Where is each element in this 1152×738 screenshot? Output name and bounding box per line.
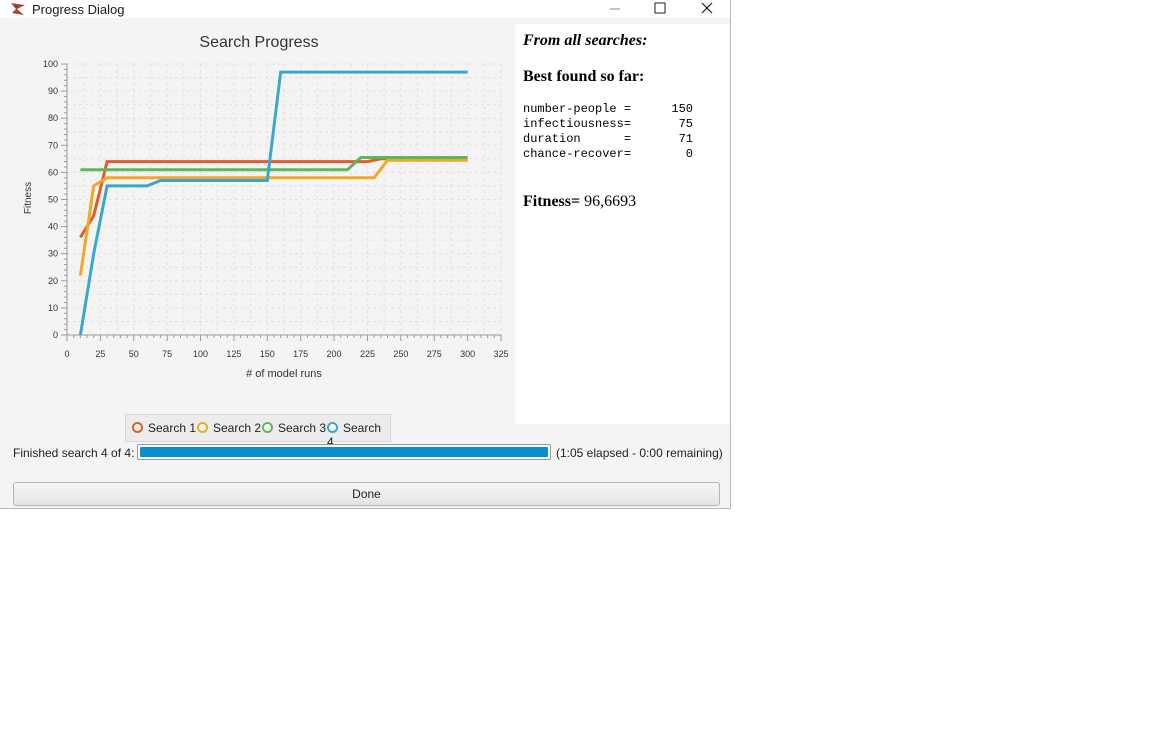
x-axis-label: # of model runs xyxy=(246,368,322,380)
y-tick-label: 20 xyxy=(48,276,58,286)
x-tick-label: 25 xyxy=(95,349,105,359)
results-panel: From all searches: Best found so far: nu… xyxy=(515,24,729,424)
x-tick-label: 325 xyxy=(493,349,508,359)
x-tick-label: 100 xyxy=(193,349,208,359)
param-row: chance-recover= 0 xyxy=(523,147,693,161)
legend-marker-icon xyxy=(132,422,143,433)
best-found-label: Best found so far: xyxy=(523,68,645,85)
y-tick-label: 70 xyxy=(48,140,58,150)
minimize-icon xyxy=(610,8,620,10)
fitness-value: 96,6693 xyxy=(584,193,637,210)
y-tick-label: 30 xyxy=(48,249,58,259)
close-icon xyxy=(701,2,713,14)
title-bar[interactable]: Progress Dialog xyxy=(0,0,730,18)
app-logo-icon xyxy=(11,3,25,15)
status-label: Finished search 4 of 4: xyxy=(13,446,135,460)
x-tick-label: 75 xyxy=(162,349,172,359)
progress-dialog-window: Progress Dialog Search Progress # of mod… xyxy=(0,0,731,509)
close-button[interactable] xyxy=(683,0,729,18)
y-tick-label: 90 xyxy=(48,86,58,96)
progress-bar xyxy=(137,444,551,460)
x-tick-label: 175 xyxy=(293,349,308,359)
legend-item-search-1[interactable]: Search 1 xyxy=(132,421,196,435)
legend-item-search-2[interactable]: Search 2 xyxy=(197,421,261,435)
y-axis-label: Fitness xyxy=(23,182,34,214)
fitness-result: Fitness= 96,6693 xyxy=(523,193,636,211)
legend-marker-icon xyxy=(262,422,273,433)
y-tick-label: 40 xyxy=(48,222,58,232)
y-tick-label: 100 xyxy=(43,59,58,69)
y-tick-label: 0 xyxy=(53,330,58,340)
fitness-label: Fitness= xyxy=(523,193,581,210)
param-row: number-people = 150 xyxy=(523,102,693,116)
legend-item-search-3[interactable]: Search 3 xyxy=(262,421,326,435)
y-tick-label: 50 xyxy=(48,195,58,205)
legend-marker-icon xyxy=(327,422,338,433)
x-tick-label: 150 xyxy=(260,349,275,359)
search-progress-chart: Search Progress # of model runs Fitness … xyxy=(0,24,514,449)
x-tick-label: 275 xyxy=(427,349,442,359)
chart-title: Search Progress xyxy=(199,34,318,51)
legend-marker-icon xyxy=(197,422,208,433)
progress-fill xyxy=(140,447,548,457)
minimize-button[interactable] xyxy=(592,0,638,18)
chart-legend: Search 1 Search 2 Search 3 Search 4 xyxy=(125,414,391,449)
y-tick-label: 60 xyxy=(48,167,58,177)
time-remaining-text: (1:05 elapsed - 0:00 remaining) xyxy=(556,446,723,460)
y-tick-label: 80 xyxy=(48,113,58,123)
param-row: infectiousness= 75 xyxy=(523,117,693,131)
param-row: duration = 71 xyxy=(523,132,693,146)
window-title: Progress Dialog xyxy=(32,2,125,17)
y-tick-label: 10 xyxy=(48,303,58,313)
maximize-icon xyxy=(654,2,666,14)
results-heading: From all searches: xyxy=(523,32,648,49)
maximize-button[interactable] xyxy=(637,0,683,18)
x-tick-label: 250 xyxy=(393,349,408,359)
done-button[interactable]: Done xyxy=(13,482,720,506)
x-tick-label: 0 xyxy=(64,349,69,359)
x-tick-label: 125 xyxy=(226,349,241,359)
x-tick-label: 200 xyxy=(327,349,342,359)
x-tick-label: 300 xyxy=(460,349,475,359)
x-tick-label: 50 xyxy=(129,349,139,359)
x-tick-label: 225 xyxy=(360,349,375,359)
chart-svg: Search Progress # of model runs Fitness … xyxy=(23,34,509,380)
